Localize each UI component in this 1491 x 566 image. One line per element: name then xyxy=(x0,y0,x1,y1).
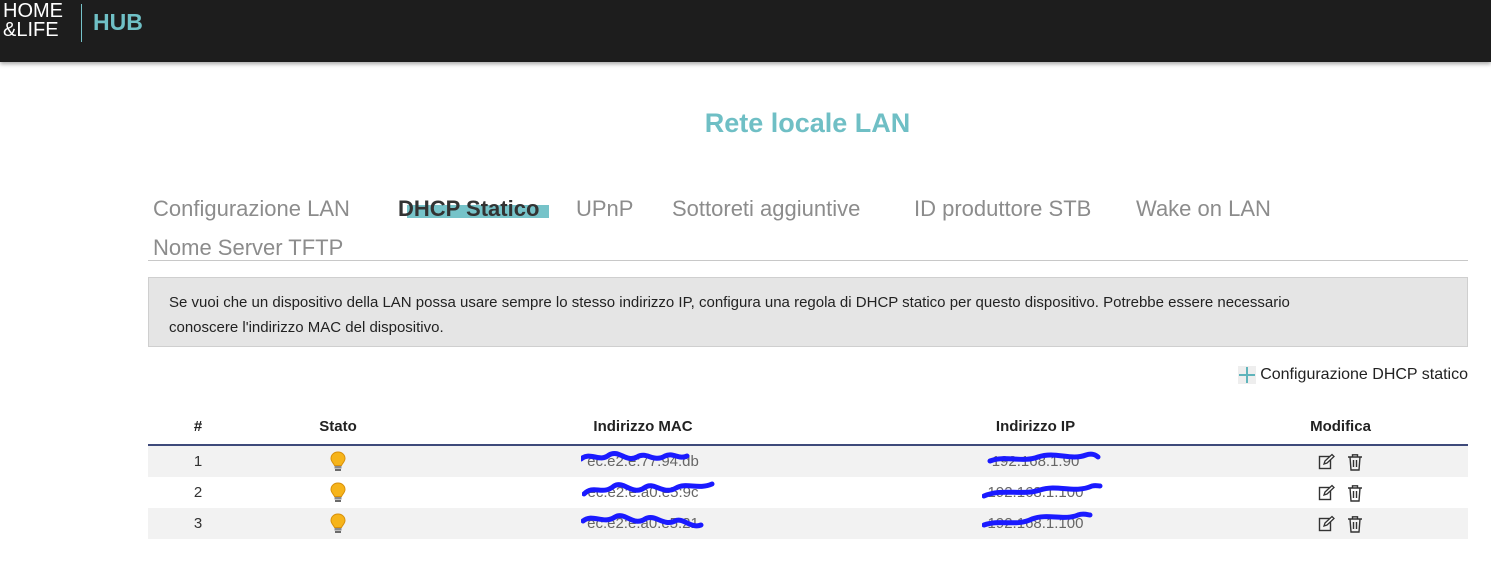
plus-icon xyxy=(1238,366,1257,384)
delete-icon[interactable] xyxy=(1347,484,1363,502)
row-num: 3 xyxy=(148,508,248,539)
mac-address: ec:e2:e:a0:e5:9c xyxy=(581,481,715,501)
table-header-row: # Stato Indirizzo MAC Indirizzo IP Modif… xyxy=(148,408,1468,446)
tab-nome-server-tftp[interactable]: Nome Server TFTP xyxy=(153,235,343,261)
tab-dhcp-statico[interactable]: DHCP Statico xyxy=(398,196,539,222)
table-row: 2 ec:e2:e:a0:e5:9c 192.168.1.100 xyxy=(148,477,1468,508)
edit-icon[interactable] xyxy=(1318,453,1335,470)
delete-icon[interactable] xyxy=(1347,515,1363,533)
tab-sottoreti-aggiuntive[interactable]: Sottoreti aggiuntive xyxy=(672,196,860,222)
edit-icon[interactable] xyxy=(1318,484,1335,501)
tabs-divider xyxy=(148,260,1468,261)
info-box: Se vuoi che un dispositivo della LAN pos… xyxy=(148,277,1468,347)
brand-hub[interactable]: HUB xyxy=(93,9,143,35)
lightbulb-icon xyxy=(330,481,346,502)
top-bar: HOME &LIFE HUB xyxy=(0,0,1491,62)
ip-address: 192.168.1.90 xyxy=(987,451,1101,470)
header-modifica: Modifica xyxy=(1213,408,1468,446)
ip-address: 192.168.1.100 xyxy=(981,483,1103,501)
brand-logo-life: &LIFE xyxy=(3,19,59,41)
info-text-line1: Se vuoi che un dispositivo della LAN pos… xyxy=(169,294,1290,311)
row-num: 2 xyxy=(148,477,248,508)
tab-upnp[interactable]: UPnP xyxy=(576,196,633,222)
header-ip: Indirizzo IP xyxy=(858,408,1213,446)
static-dhcp-table: # Stato Indirizzo MAC Indirizzo IP Modif… xyxy=(148,408,1468,539)
info-text-line2: conoscere l'indirizzo MAC del dispositiv… xyxy=(169,319,444,336)
edit-icon[interactable] xyxy=(1318,515,1335,532)
mac-address: ec:e2:e:77:94:db xyxy=(581,451,699,470)
page-title: Rete locale LAN xyxy=(704,108,911,138)
ip-address: 192.168.1.100 xyxy=(981,511,1093,532)
header-mac: Indirizzo MAC xyxy=(428,408,858,446)
table-row: 1 ec:e2:e:77:94:db 192.168.1.90 xyxy=(148,445,1468,477)
brand-divider xyxy=(81,4,82,42)
tab-configurazione-lan[interactable]: Configurazione LAN xyxy=(153,196,350,222)
header-stato: Stato xyxy=(248,408,428,446)
add-static-dhcp-button[interactable]: Configurazione DHCP statico xyxy=(1238,366,1468,384)
lightbulb-icon xyxy=(330,512,346,533)
add-static-dhcp-label: Configurazione DHCP statico xyxy=(1260,366,1468,383)
tab-id-produttore-stb[interactable]: ID produttore STB xyxy=(914,196,1091,222)
tab-wake-on-lan[interactable]: Wake on LAN xyxy=(1136,196,1271,222)
mac-address: ec:e2:e:a0:e5:21 xyxy=(581,513,704,532)
row-num: 1 xyxy=(148,445,248,477)
delete-icon[interactable] xyxy=(1347,453,1363,471)
table-row: 3 ec:e2:e:a0:e5:21 192.168.1.100 xyxy=(148,508,1468,539)
header-num: # xyxy=(148,408,248,446)
lightbulb-icon xyxy=(330,450,346,471)
